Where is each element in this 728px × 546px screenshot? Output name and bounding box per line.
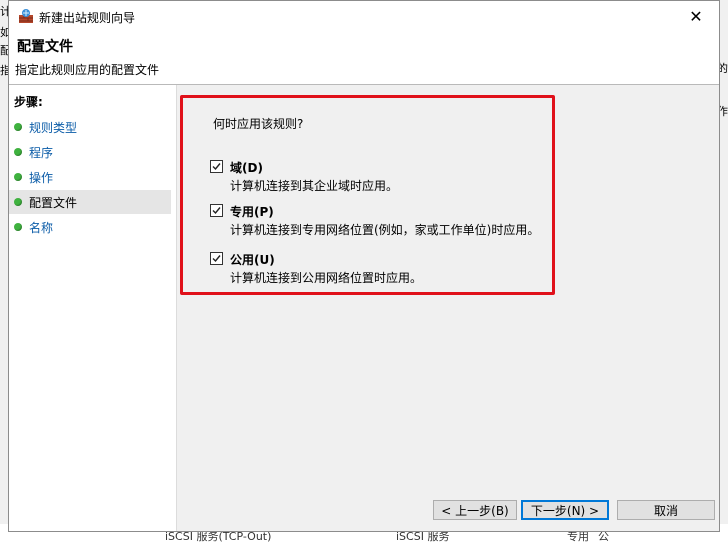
page-title: 配置文件 <box>17 39 73 55</box>
public-checkbox[interactable] <box>210 252 223 265</box>
steps-heading: 步骤: <box>14 95 43 109</box>
private-checkbox[interactable] <box>210 204 223 217</box>
next-button[interactable]: 下一步(N) > <box>521 500 609 520</box>
title-bar: 新建出站规则向导 ✕ <box>9 1 719 31</box>
option-title: 域(D) <box>230 161 263 175</box>
step-dot-icon <box>14 123 22 131</box>
step-action[interactable]: 操作 <box>9 165 171 189</box>
step-dot-icon <box>14 148 22 156</box>
step-dot-icon <box>14 198 22 206</box>
page-header: 配置文件 指定此规则应用的配置文件 <box>9 31 719 85</box>
step-program[interactable]: 程序 <box>9 140 171 164</box>
option-description: 计算机连接到公用网络位置时应用。 <box>230 271 423 285</box>
step-label: 规则类型 <box>29 120 78 135</box>
domain-checkbox[interactable] <box>210 160 223 173</box>
option-description: 计算机连接到专用网络位置(例如，家或工作单位)时应用。 <box>230 223 540 237</box>
option-description: 计算机连接到其企业域时应用。 <box>230 179 399 193</box>
back-button[interactable]: < 上一步(B) <box>433 500 517 520</box>
profile-options-panel: 何时应用该规则? 域(D) 计算机连接到其企业域时应用。 专用(P) 计算机连接… <box>180 95 555 295</box>
checkmark-icon <box>212 163 221 171</box>
step-dot-icon <box>14 173 22 181</box>
step-profile[interactable]: 配置文件 <box>9 190 171 214</box>
option-title: 公用(U) <box>230 253 275 267</box>
step-dot-icon <box>14 223 22 231</box>
step-label: 名称 <box>29 220 54 235</box>
page-subtitle: 指定此规则应用的配置文件 <box>15 63 160 77</box>
close-button[interactable]: ✕ <box>673 1 719 31</box>
steps-sidebar: 步骤: 规则类型 程序 操作 配置文件 名称 <box>9 85 177 531</box>
step-name[interactable]: 名称 <box>9 215 171 239</box>
option-title: 专用(P) <box>230 205 274 219</box>
step-label: 配置文件 <box>29 195 78 210</box>
step-label: 操作 <box>29 170 54 185</box>
cancel-button[interactable]: 取消 <box>617 500 715 520</box>
checkmark-icon <box>212 207 221 215</box>
question-label: 何时应用该规则? <box>213 117 304 131</box>
new-outbound-rule-wizard: 新建出站规则向导 ✕ 配置文件 指定此规则应用的配置文件 步骤: 规则类型 程序… <box>8 0 720 532</box>
step-label: 程序 <box>29 145 54 160</box>
step-rule-type[interactable]: 规则类型 <box>9 115 171 139</box>
checkmark-icon <box>212 255 221 263</box>
firewall-icon <box>18 8 34 24</box>
window-title: 新建出站规则向导 <box>39 11 136 25</box>
